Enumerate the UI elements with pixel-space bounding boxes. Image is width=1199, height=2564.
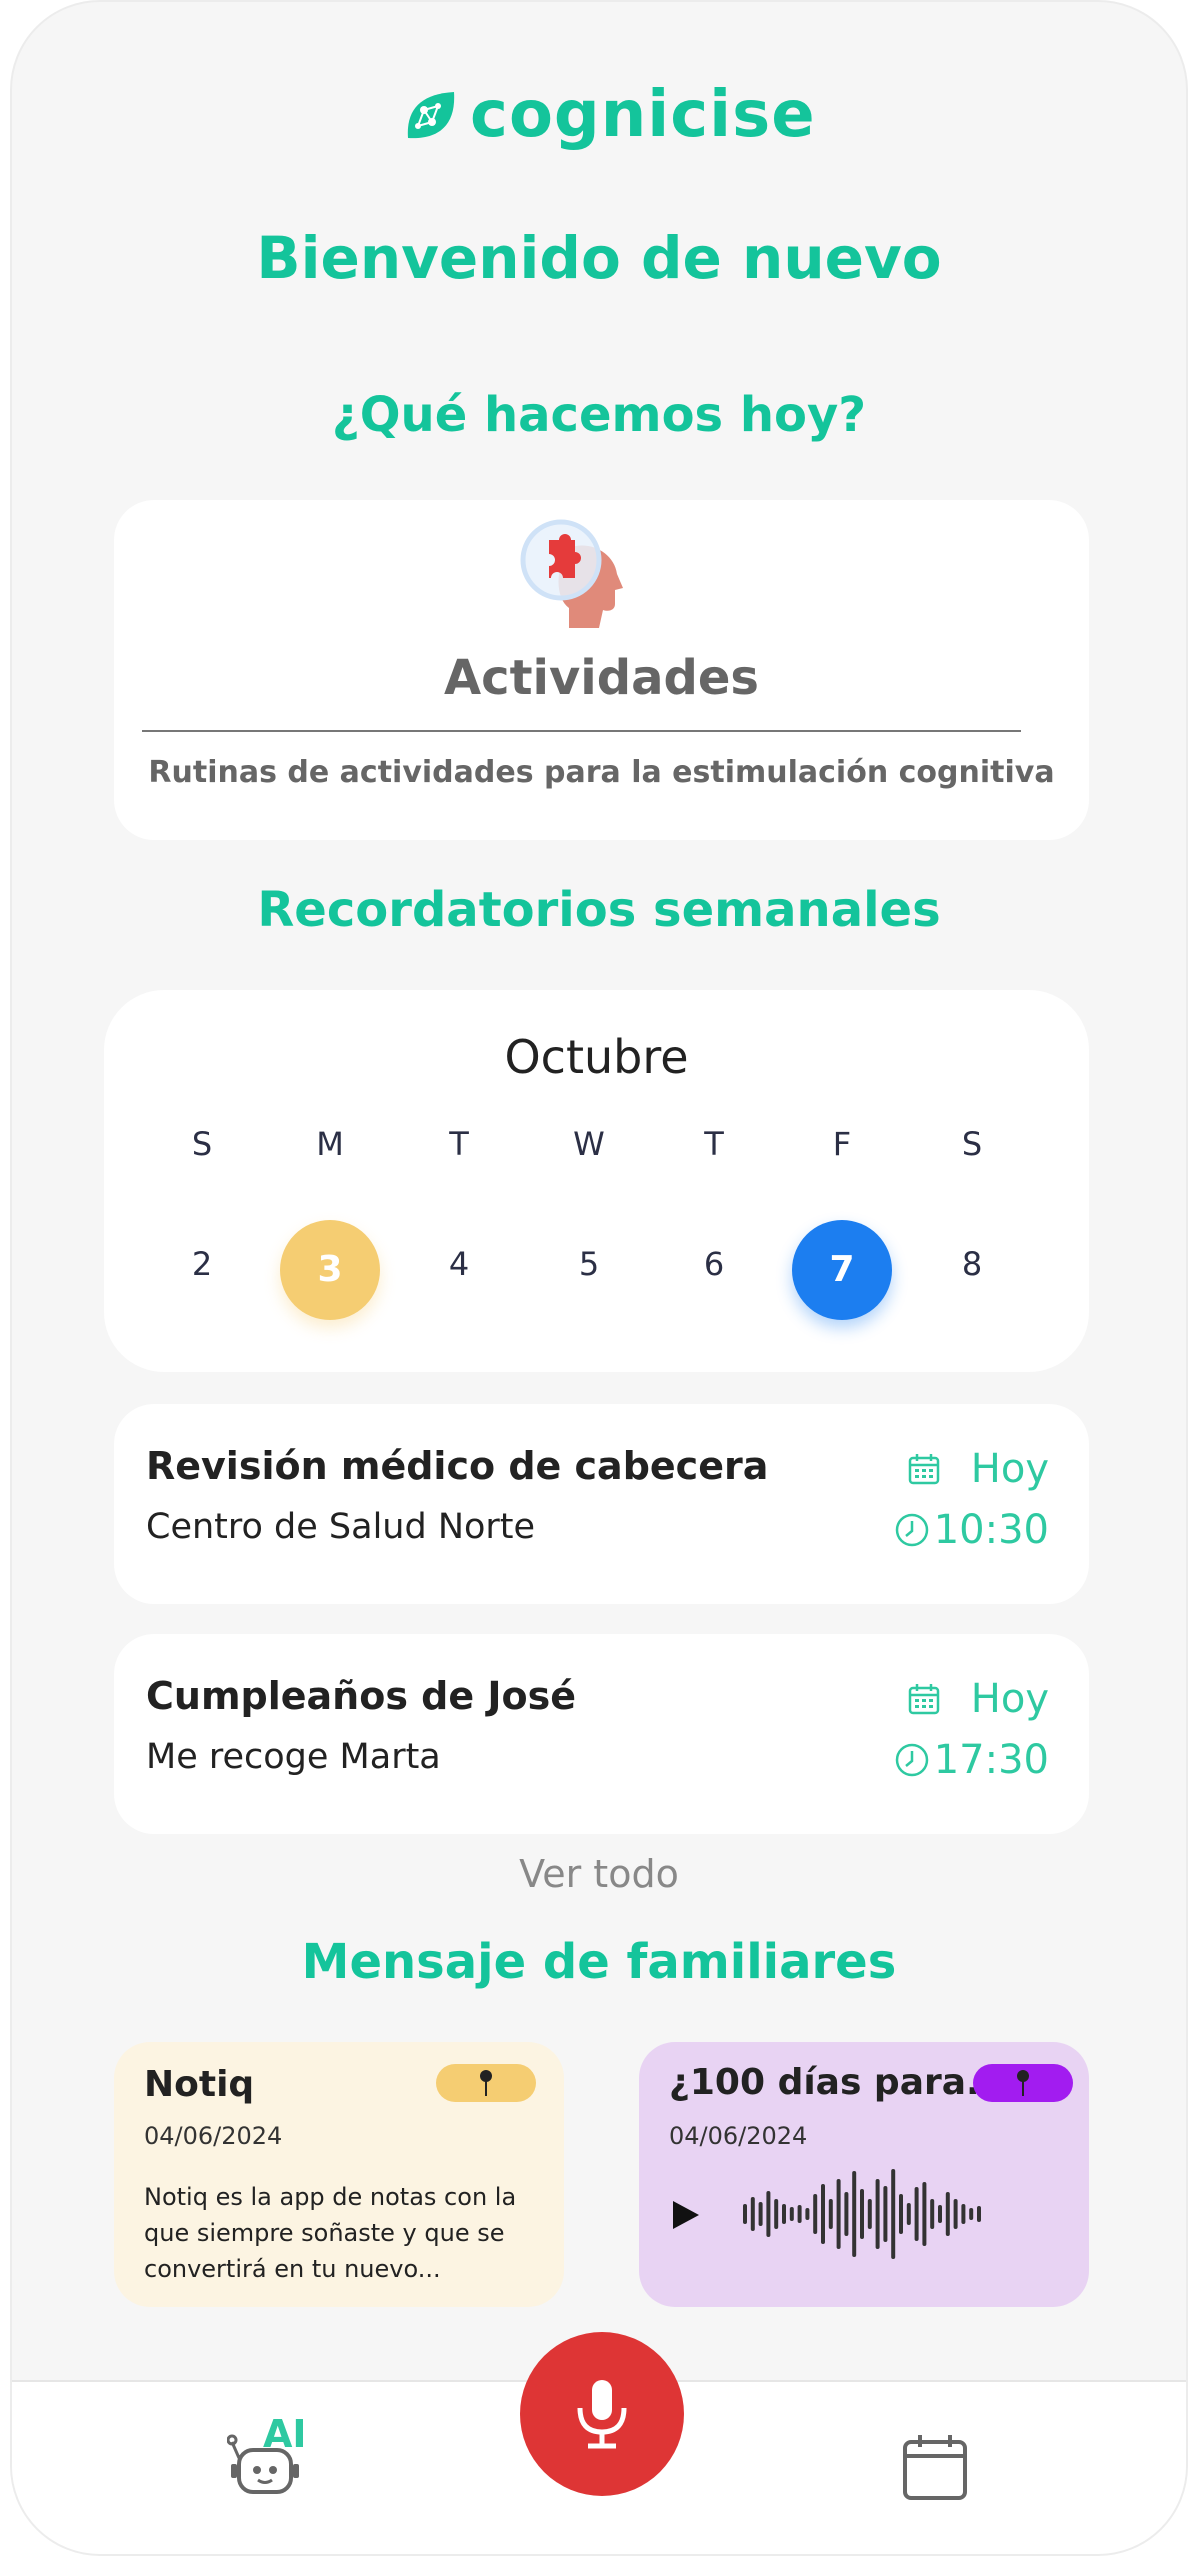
microphone-icon	[577, 2380, 627, 2449]
calendar-month: Octubre	[504, 1030, 689, 1084]
calendar-icon	[908, 1454, 940, 1485]
weekday-label: W	[573, 1125, 605, 1163]
weekday-label: S	[191, 1125, 213, 1163]
date-highlighted[interactable]: 7	[792, 1220, 892, 1320]
reminder-title: Revisión médico de cabecera	[146, 1444, 769, 1488]
pin-icon	[1017, 2070, 1029, 2096]
message-date: 04/06/2024	[144, 2122, 283, 2150]
reminder-place: Centro de Salud Norte	[146, 1507, 536, 1547]
brain-leaf-icon	[407, 92, 455, 139]
message-title: Notiq	[144, 2064, 255, 2105]
message-body: Notiq es la app de notas con la que siem…	[144, 2183, 517, 2283]
reminder-time: 10:30	[894, 1507, 1049, 1553]
clock-icon	[895, 1743, 928, 1777]
reminder-place: Me recoge Marta	[146, 1737, 441, 1777]
play-icon[interactable]	[671, 2199, 701, 2231]
weekday-label: F	[832, 1125, 852, 1163]
date-highlighted[interactable]: 3	[280, 1220, 380, 1320]
phone-screen: cognicise Bienvenido de nuevo ¿Qué hacem…	[10, 0, 1188, 2556]
reminders-heading: Recordatorios semanales	[257, 882, 941, 938]
reminder-day-text: Hoy	[970, 1446, 1049, 1492]
logo-text: cognicise	[470, 78, 816, 152]
message-card[interactable]: Notiq 04/06/2024 Notiq es la app de nota…	[114, 2042, 564, 2307]
weekday-label: S	[961, 1125, 983, 1163]
reminder-day-text: Hoy	[970, 1676, 1049, 1722]
date-cell[interactable]: 5	[539, 1245, 639, 1283]
microphone-button[interactable]	[520, 2332, 684, 2496]
reminder-time: 17:30	[894, 1737, 1049, 1783]
ai-assistant-button[interactable]: AI	[227, 2412, 307, 2502]
pin-icon	[480, 2070, 492, 2096]
cognitive-head-icon	[520, 519, 623, 628]
weekday-label: M	[316, 1125, 344, 1163]
pin-badge[interactable]	[973, 2064, 1073, 2102]
date-cell[interactable]: 4	[409, 1245, 509, 1283]
calendar-icon	[908, 1684, 940, 1715]
message-title: ¿100 días para...	[669, 2062, 1008, 2103]
reminder-title: Cumpleaños de José	[146, 1674, 577, 1718]
reminder-day: Hoy	[907, 1446, 1049, 1492]
weekday-label: T	[704, 1125, 724, 1163]
reminder-day: Hoy	[907, 1676, 1049, 1722]
activities-subtitle: Rutinas de actividades para la estimulac…	[148, 755, 1055, 790]
reminder-time-text: 17:30	[933, 1737, 1049, 1783]
ai-label: AI	[263, 2412, 307, 2456]
activities-card[interactable]: Actividades Rutinas de actividades para …	[114, 500, 1089, 840]
date-cell[interactable]: 2	[152, 1245, 252, 1283]
date-cell[interactable]: 8	[922, 1245, 1022, 1283]
audio-waveform-icon	[743, 2169, 981, 2259]
welcome-title: Bienvenido de nuevo	[256, 224, 942, 292]
message-date: 04/06/2024	[669, 2122, 808, 2150]
today-heading: ¿Qué hacemos hoy?	[331, 387, 867, 443]
divider	[142, 730, 1021, 732]
pin-badge[interactable]	[436, 2064, 536, 2102]
calendar-nav-icon[interactable]	[900, 2432, 970, 2502]
see-all-link[interactable]: Ver todo	[12, 1852, 1186, 1896]
clock-icon	[895, 1513, 928, 1547]
reminder-time-text: 10:30	[933, 1507, 1049, 1553]
reminder-card[interactable]: Revisión médico de cabecera Centro de Sa…	[114, 1404, 1089, 1604]
family-heading: Mensaje de familiares	[301, 1934, 897, 1990]
week-calendar: Octubre S M T W T F S 2345678	[104, 990, 1089, 1372]
weekday-label: T	[449, 1125, 469, 1163]
message-card[interactable]: ¿100 días para... 04/06/2024	[639, 2042, 1089, 2307]
reminder-card[interactable]: Cumpleaños de José Me recoge Marta Hoy 1…	[114, 1634, 1089, 1834]
date-cell[interactable]: 6	[664, 1245, 764, 1283]
app-logo: cognicise	[402, 80, 816, 170]
activities-title: Actividades	[444, 650, 759, 706]
